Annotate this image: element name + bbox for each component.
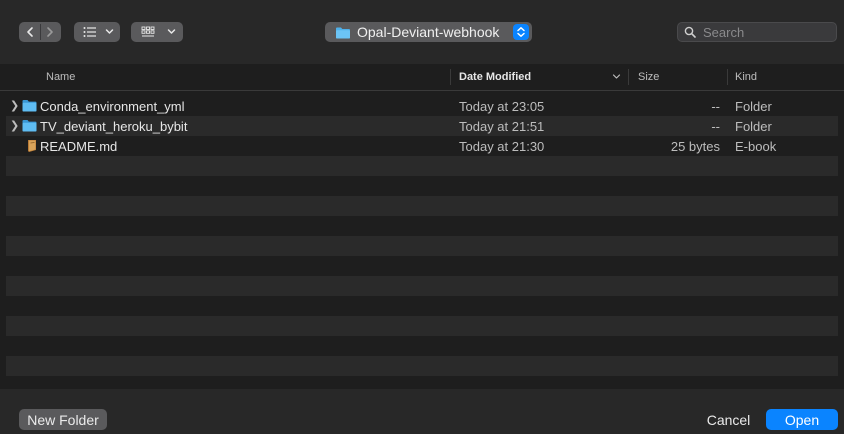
empty-row bbox=[6, 236, 838, 256]
empty-row bbox=[6, 336, 838, 356]
back-forward-group bbox=[19, 22, 61, 42]
disclosure-triangle-icon[interactable]: ❯ bbox=[10, 119, 19, 132]
list-icon bbox=[83, 26, 97, 38]
disclosure-triangle-icon[interactable]: ❯ bbox=[10, 99, 19, 112]
list-item[interactable]: README.md Today at 21:30 25 bytes E-book bbox=[6, 136, 838, 156]
group-view-button[interactable] bbox=[131, 22, 183, 42]
list-view-button[interactable] bbox=[74, 22, 120, 42]
file-name: TV_deviant_heroku_bybit bbox=[40, 119, 188, 134]
file-kind: Folder bbox=[735, 119, 772, 134]
toolbar: Opal-Deviant-webhook bbox=[0, 0, 844, 64]
chevron-down-icon bbox=[167, 28, 176, 36]
file-size: 25 bytes bbox=[670, 139, 720, 154]
empty-row bbox=[6, 256, 838, 276]
location-label: Opal-Deviant-webhook bbox=[357, 24, 500, 40]
footer: New Folder Cancel Open bbox=[0, 389, 844, 434]
empty-row bbox=[6, 156, 838, 176]
search-field[interactable] bbox=[677, 22, 837, 42]
kind-column-header[interactable]: Kind bbox=[735, 71, 757, 83]
location-popup[interactable]: Opal-Deviant-webhook bbox=[325, 22, 532, 42]
empty-row bbox=[6, 376, 838, 388]
sort-chevron-icon bbox=[612, 73, 621, 81]
new-folder-button[interactable]: New Folder bbox=[19, 409, 107, 430]
cancel-button[interactable]: Cancel bbox=[697, 409, 760, 430]
grid-icon bbox=[141, 26, 155, 38]
file-date: Today at 21:30 bbox=[459, 139, 545, 154]
column-separator bbox=[628, 69, 629, 85]
column-separator bbox=[450, 69, 451, 85]
empty-row bbox=[6, 196, 838, 216]
up-down-arrows-icon bbox=[513, 24, 529, 40]
file-date: Today at 21:51 bbox=[459, 119, 545, 134]
back-chevron-icon[interactable] bbox=[24, 26, 36, 38]
search-icon bbox=[684, 26, 696, 38]
folder-icon bbox=[335, 26, 351, 39]
file-name: Conda_environment_yml bbox=[40, 99, 185, 114]
date-modified-column-header[interactable]: Date Modified bbox=[459, 71, 531, 83]
list-item[interactable]: ❯ TV_deviant_heroku_bybit Today at 21:51… bbox=[6, 116, 838, 136]
folder-icon bbox=[22, 119, 37, 135]
column-separator bbox=[727, 69, 728, 85]
list-item[interactable]: ❯ Conda_environment_yml Today at 23:05 -… bbox=[6, 96, 838, 116]
size-column-header[interactable]: Size bbox=[638, 71, 659, 83]
file-name: README.md bbox=[40, 139, 118, 154]
name-column-header[interactable]: Name bbox=[46, 71, 75, 83]
file-kind: E-book bbox=[735, 139, 777, 154]
file-list: ❯ Conda_environment_yml Today at 23:05 -… bbox=[6, 96, 838, 388]
empty-row bbox=[6, 216, 838, 236]
empty-row bbox=[6, 356, 838, 376]
search-input[interactable] bbox=[701, 23, 825, 41]
ebook-icon bbox=[26, 139, 38, 156]
empty-row bbox=[6, 296, 838, 316]
forward-chevron-icon[interactable] bbox=[44, 26, 56, 38]
file-date: Today at 23:05 bbox=[459, 99, 545, 114]
file-size: -- bbox=[711, 119, 720, 134]
empty-row bbox=[6, 176, 838, 196]
empty-row bbox=[6, 316, 838, 336]
chevron-down-icon bbox=[105, 28, 114, 36]
file-kind: Folder bbox=[735, 99, 772, 114]
file-size: -- bbox=[711, 99, 720, 114]
empty-row bbox=[6, 276, 838, 296]
folder-icon bbox=[22, 99, 37, 115]
column-header: Name Date Modified Size Kind bbox=[0, 64, 844, 91]
open-button[interactable]: Open bbox=[766, 409, 838, 430]
